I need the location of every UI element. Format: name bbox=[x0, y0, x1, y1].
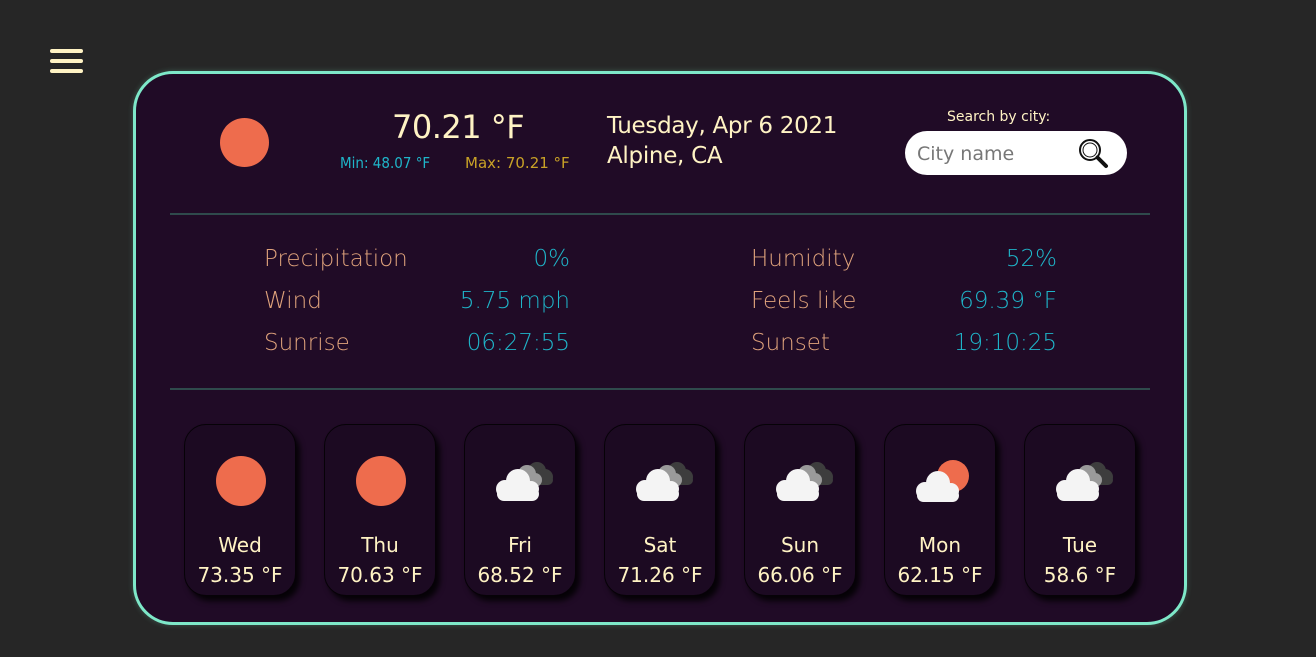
hamburger-menu-icon[interactable] bbox=[50, 49, 83, 73]
forecast-day: Sat bbox=[643, 533, 677, 557]
stat-label-feels-like: Feels like bbox=[751, 288, 857, 314]
stat-label-wind: Wind bbox=[264, 288, 322, 314]
stat-value-sunrise: 06:27:55 bbox=[466, 330, 570, 356]
forecast-temp: 71.26 °F bbox=[617, 563, 703, 587]
current-date: Tuesday, Apr 6 2021 bbox=[607, 113, 838, 139]
forecast-day: Fri bbox=[508, 533, 532, 557]
forecast-temp: 68.52 °F bbox=[477, 563, 563, 587]
stat-label-sunset: Sunset bbox=[751, 330, 830, 356]
hamburger-bar bbox=[50, 69, 83, 73]
forecast-temp: 66.06 °F bbox=[757, 563, 843, 587]
forecast-card-tue[interactable]: Tue 58.6 °F bbox=[1024, 424, 1136, 596]
forecast-day: Tue bbox=[1062, 533, 1098, 557]
weather-card: 70.21 °F Min: 48.07 °F Max: 70.21 °F Tue… bbox=[133, 71, 1187, 625]
stat-value-feels-like: 69.39 °F bbox=[959, 288, 1057, 314]
max-temperature: Max: 70.21 °F bbox=[465, 154, 570, 172]
sun-icon bbox=[220, 118, 269, 167]
min-temperature: Min: 48.07 °F bbox=[340, 154, 431, 172]
forecast-card-sun[interactable]: Sun 66.06 °F bbox=[744, 424, 856, 596]
current-temperature: 70.21 °F bbox=[392, 108, 525, 146]
divider bbox=[170, 388, 1150, 390]
stat-value-precipitation: 0% bbox=[533, 246, 571, 272]
forecast-card-sat[interactable]: Sat 71.26 °F bbox=[604, 424, 716, 596]
current-location: Alpine, CA bbox=[607, 143, 723, 169]
forecast-day: Sun bbox=[780, 533, 820, 557]
search-input[interactable] bbox=[915, 139, 1079, 169]
forecast-temp: 70.63 °F bbox=[337, 563, 423, 587]
divider bbox=[170, 213, 1150, 215]
clouds-icon bbox=[636, 462, 693, 501]
clouds-icon bbox=[776, 462, 833, 501]
stat-label-precipitation: Precipitation bbox=[264, 246, 408, 272]
forecast-day: Wed bbox=[218, 533, 262, 557]
stat-label-sunrise: Sunrise bbox=[264, 330, 350, 356]
forecast-card-thu[interactable]: Thu 70.63 °F bbox=[324, 424, 436, 596]
search-label: Search by city: bbox=[947, 109, 1051, 125]
forecast-card-mon[interactable]: Mon 62.15 °F bbox=[884, 424, 996, 596]
clouds-icon bbox=[1056, 462, 1113, 501]
forecast-temp: 73.35 °F bbox=[197, 563, 283, 587]
forecast-temp: 62.15 °F bbox=[897, 563, 983, 587]
forecast-card-fri[interactable]: Fri 68.52 °F bbox=[464, 424, 576, 596]
stat-value-humidity: 52% bbox=[1005, 246, 1057, 272]
forecast-card-wed[interactable]: Wed 73.35 °F bbox=[184, 424, 296, 596]
sun-icon bbox=[356, 456, 406, 506]
stat-value-wind: 5.75 mph bbox=[459, 288, 570, 314]
sun-icon bbox=[216, 456, 266, 506]
forecast-day: Thu bbox=[361, 533, 399, 557]
forecast-temp: 58.6 °F bbox=[1043, 563, 1117, 587]
magnifier-icon[interactable] bbox=[1077, 137, 1109, 169]
clouds-icon bbox=[496, 462, 553, 501]
partly-cloudy-icon bbox=[916, 460, 969, 502]
stat-label-humidity: Humidity bbox=[751, 246, 856, 272]
stat-value-sunset: 19:10:25 bbox=[953, 330, 1057, 356]
hamburger-bar bbox=[50, 49, 83, 53]
search-box bbox=[905, 131, 1127, 175]
forecast-day: Mon bbox=[918, 533, 962, 557]
hamburger-bar bbox=[50, 59, 83, 63]
